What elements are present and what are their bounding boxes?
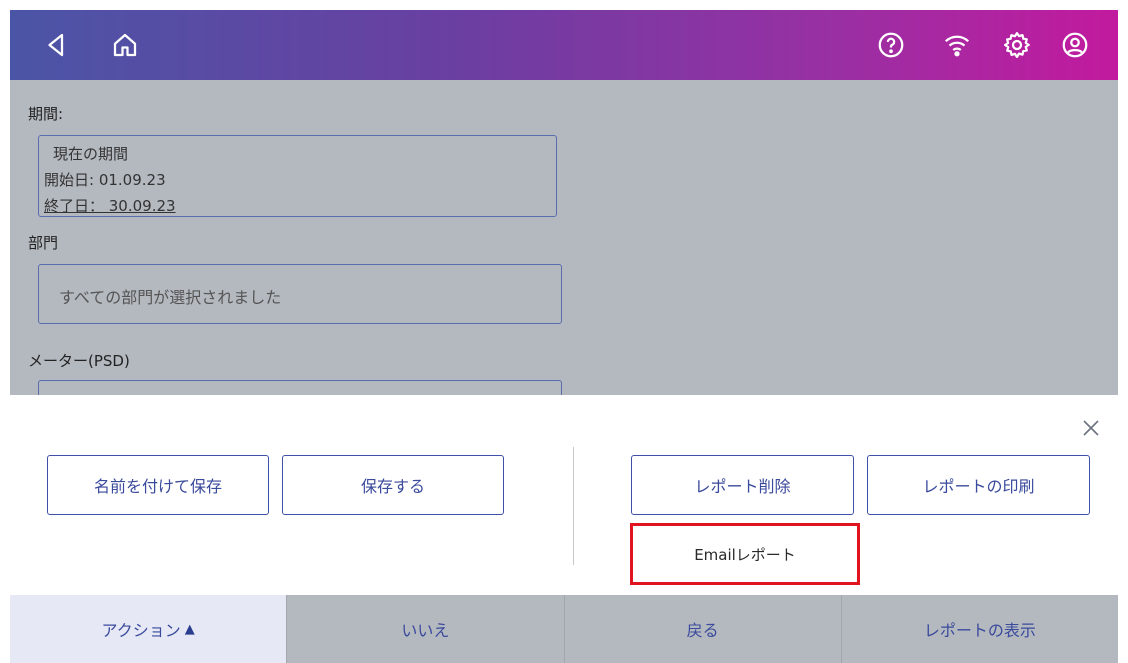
caret-up-icon: ▲ — [184, 621, 195, 637]
save-button[interactable]: 保存する — [282, 455, 504, 515]
period-end-date: 終了日： 30.09.23 — [44, 197, 176, 215]
divider — [573, 447, 574, 565]
email-report-button[interactable]: Emailレポート — [630, 523, 860, 585]
tab-view-report[interactable]: レポートの表示 — [842, 595, 1118, 663]
delete-report-button[interactable]: レポート削除 — [631, 455, 854, 515]
tab-actions[interactable]: アクション ▲ — [10, 595, 288, 663]
account-icon[interactable] — [1058, 28, 1092, 62]
print-report-button[interactable]: レポートの印刷 — [867, 455, 1090, 515]
department-field[interactable]: すべての部門が選択されました — [38, 264, 562, 324]
tab-back[interactable]: 戻る — [565, 595, 842, 663]
period-current: 現在の期間 — [53, 145, 129, 163]
tab-no-label: いいえ — [401, 621, 450, 640]
close-icon[interactable] — [1078, 415, 1104, 441]
meter-label: メーター(PSD) — [28, 352, 130, 370]
save-as-button[interactable]: 名前を付けて保存 — [47, 455, 269, 515]
meter-field[interactable] — [38, 380, 562, 395]
wifi-icon[interactable] — [940, 28, 974, 62]
department-value: すべての部門が選択されました — [59, 288, 282, 307]
action-panel: 名前を付けて保存 保存する レポート削除 レポートの印刷 Emailレポート — [10, 395, 1118, 595]
period-field[interactable]: 現在の期間 開始日: 01.09.23 終了日： 30.09.23 — [38, 135, 557, 217]
home-icon[interactable] — [108, 28, 142, 62]
period-label: 期間: — [28, 105, 64, 123]
tab-no[interactable]: いいえ — [287, 595, 565, 663]
tab-view-report-label: レポートの表示 — [923, 621, 1036, 640]
back-icon[interactable] — [40, 28, 74, 62]
tab-actions-label: アクション — [101, 621, 181, 640]
top-navigation-bar — [10, 10, 1118, 80]
bottom-tab-bar: アクション ▲ いいえ 戻る レポートの表示 — [10, 595, 1118, 663]
help-icon[interactable] — [874, 28, 908, 62]
department-label: 部門 — [28, 234, 59, 252]
settings-icon[interactable] — [1000, 28, 1034, 62]
report-form: 期間: 現在の期間 開始日: 01.09.23 終了日： 30.09.23 部門… — [10, 80, 1118, 395]
tab-back-label: 戻る — [686, 621, 719, 640]
period-start-date: 開始日: 01.09.23 — [44, 171, 166, 189]
